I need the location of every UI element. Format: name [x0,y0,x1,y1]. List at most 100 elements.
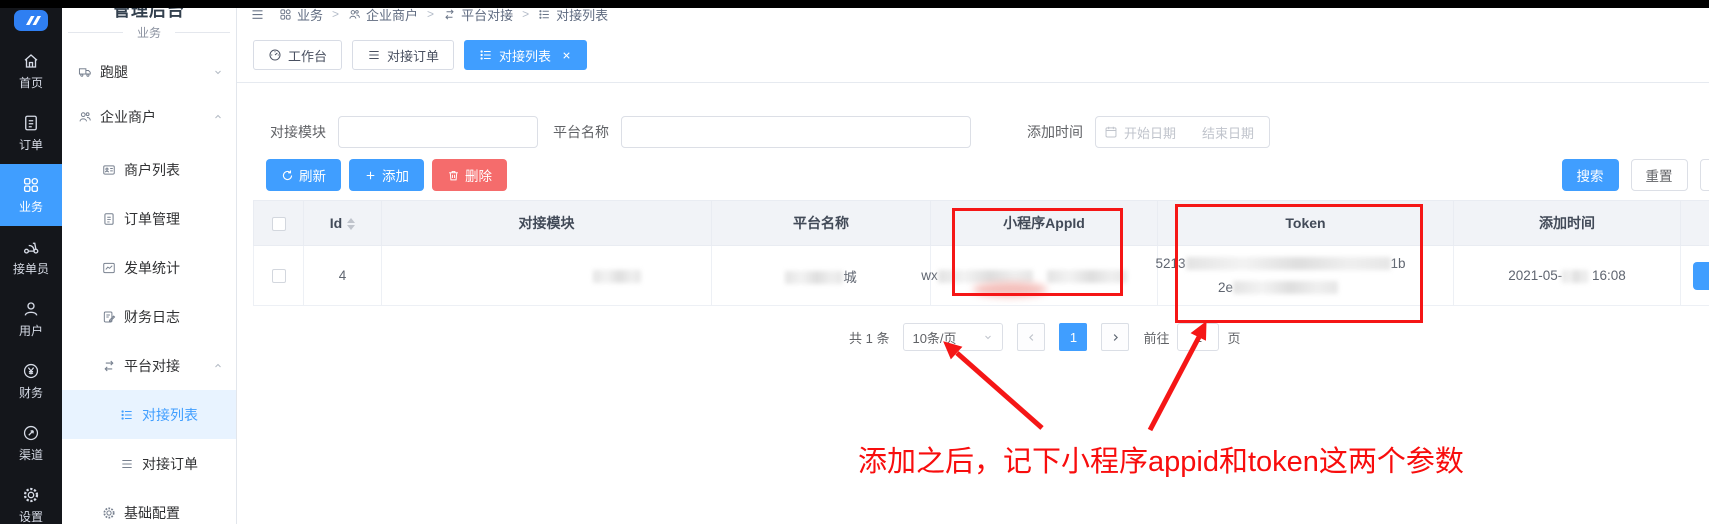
column-label: 对接模块 [518,215,575,231]
chevron-left-icon [1025,331,1038,344]
select-all-checkbox[interactable] [271,217,286,232]
business-grid-icon [22,176,40,194]
sidebar-item-errand[interactable]: 跑腿 [62,48,236,96]
tab-label: 对接列表 [499,48,552,64]
sidebar-item-integration-list[interactable]: 对接列表 [62,390,236,439]
col-appid: 小程序AppId [930,200,1158,246]
rail-item-business[interactable]: 业务 [0,164,62,226]
rail-item-label: 业务 [18,199,43,214]
sort-carets-icon[interactable] [347,218,356,231]
gear-icon [22,486,40,504]
rail-item-channels[interactable]: 渠道 [0,412,62,474]
sidebar-item-order-management[interactable]: 订单管理 [62,194,236,243]
tab-workbench[interactable]: 工作台 [253,40,343,70]
token-line2-prefix: 2e [1217,279,1234,295]
reset-button[interactable]: 重置 [1630,159,1688,191]
module-label: 对接模块 [270,124,326,140]
sidebar-item-dispatch-stats[interactable]: 发单统计 [62,243,236,292]
button-label: 添加 [382,169,409,184]
chevron-up-icon [212,111,224,123]
cell-id: 4 [303,245,382,306]
add-button[interactable]: 添加 [349,159,424,191]
refresh-icon [281,169,294,182]
sidebar-item-platform-integration[interactable]: 平台对接 [62,341,236,390]
list-icon [120,408,134,422]
errand-icon [78,65,92,79]
page-content: 对接模块 平台名称 添加时间 开始日期 结束日期 刷新 添加 删除 搜索 重置 … [237,116,1709,351]
rail-item-courier[interactable]: 接单员 [0,226,62,288]
tab-integration-list[interactable]: 对接列表 [464,40,588,70]
sidebar-item-label: 跑腿 [100,64,128,80]
order-icon [22,114,40,132]
sidebar-item-basic-config[interactable]: 基础配置 [62,488,236,524]
data-table: Id 对接模块 平台名称 小程序AppId Token 添加时间 4 城 wx … [253,200,1709,306]
swap-icon [102,359,116,373]
close-icon[interactable] [561,50,572,61]
column-display-button[interactable]: 显 [1699,159,1709,191]
redacted-day [1562,269,1589,283]
rail-item-orders[interactable]: 订单 [0,102,62,164]
tab-label: 对接订单 [387,48,440,64]
plus-icon [364,169,377,182]
sidebar-section-divider: 业务 [62,24,236,40]
module-input[interactable] [338,116,538,148]
filter-module: 对接模块 [270,116,538,148]
page-size-select[interactable]: 10条/页 [903,323,1004,351]
sidebar-item-merchant-list[interactable]: 商户列表 [62,145,236,194]
rail-item-users[interactable]: 用户 [0,288,62,350]
cell-token: 5213 1b 2e [1155,245,1454,306]
time-label: 添加时间 [1027,124,1083,140]
cell-actions [1680,245,1709,306]
main-content: 业务 > 企业商户 > 平台对接 > 对接列表 工作台 对接订单 对接列表 对接… [237,7,1709,524]
sidebar-menu: 跑腿 企业商户 商户列表 订单管理 发单统计 财务日志 平台对接 对接列表 对接… [62,48,236,524]
goto-unit: 页 [1227,330,1241,346]
grid-icon [279,8,292,21]
sidebar-item-label: 对接订单 [142,455,198,472]
sidebar-item-label: 基础配置 [124,504,180,521]
sidebar-item-finance-log[interactable]: 财务日志 [62,292,236,341]
sidebar-item-enterprise-merchant[interactable]: 企业商户 [62,96,236,138]
column-label: 平台名称 [793,215,849,231]
chevron-up-icon [212,360,224,372]
hamburger-icon [250,7,265,22]
platform-name-suffix: 城 [843,269,857,285]
finance-icon [22,362,40,380]
toolbar-right: 搜索 重置 显 [1561,159,1709,191]
button-label: 删除 [465,169,492,184]
cell-select [253,245,304,306]
rail-item-settings[interactable]: 设置 [0,474,62,524]
refresh-button[interactable]: 刷新 [266,159,341,191]
table-header-row: Id 对接模块 平台名称 小程序AppId Token 添加时间 [253,200,1709,246]
sidebar-item-integration-orders[interactable]: 对接订单 [62,439,236,488]
swap-icon [443,8,456,21]
redacted-token-2 [1233,281,1339,295]
tab-integration-orders[interactable]: 对接订单 [352,40,455,70]
platform-input[interactable] [621,116,971,148]
search-button[interactable]: 搜索 [1561,159,1619,191]
sidebar-item-label: 企业商户 [100,109,156,125]
current-page[interactable]: 1 [1059,323,1088,351]
rail-item-home[interactable]: 首页 [0,40,62,102]
list-icon [538,8,551,21]
goto-page-input[interactable] [1177,323,1220,351]
col-token: Token [1157,200,1454,246]
page-size-value: 10条/页 [912,330,957,346]
rail-item-finance[interactable]: 财务 [0,350,62,412]
row-action-button[interactable] [1693,261,1709,290]
prev-page-button[interactable] [1017,323,1046,351]
col-id[interactable]: Id [303,200,382,246]
next-page-button[interactable] [1101,323,1130,351]
sidebar-collapse-button[interactable] [250,7,265,22]
delete-button[interactable]: 删除 [432,159,507,191]
dashboard-icon [268,48,282,62]
chart-icon [102,261,116,275]
rail-item-label: 用户 [18,323,43,338]
button-label: 刷新 [299,169,326,184]
app-window: 首页 订单 业务 接单员 用户 财务 渠道 设置 管理后台 业务 跑腿 企业商户… [0,0,1709,524]
table-row: 4 城 wx 5213 1b 2e 2021-05- 16:08 [253,245,1709,306]
date-range-picker[interactable]: 开始日期 结束日期 [1095,116,1270,148]
row-checkbox[interactable] [271,269,286,284]
logo-icon [14,9,48,31]
redacted-platform-name [785,271,844,285]
start-date-placeholder: 开始日期 [1124,125,1177,141]
